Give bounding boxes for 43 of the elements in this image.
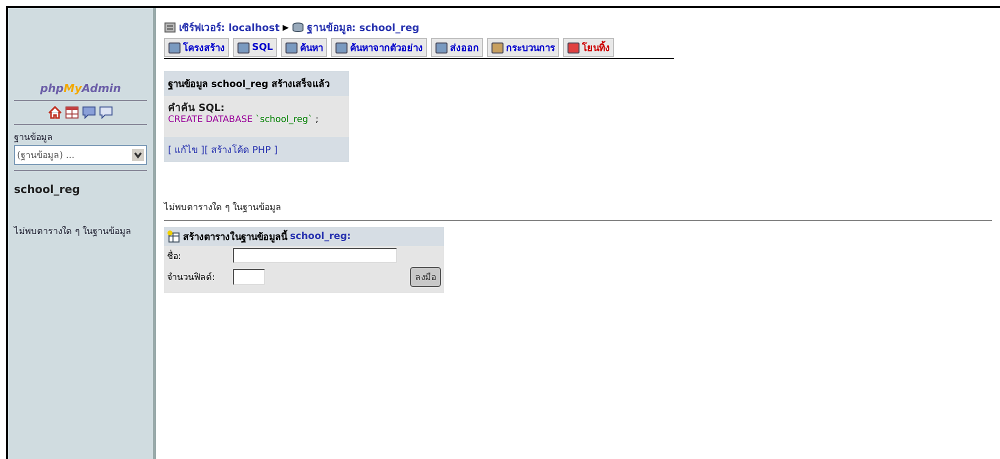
home-icon[interactable] [48,106,62,119]
database-select[interactable]: (ฐานข้อมูล) ... [14,145,147,165]
logo[interactable]: phpMyAdmin [14,82,147,95]
no-tables-text: ไม่พบตารางใด ๆ ในฐานข้อมูล [164,200,992,221]
tab-icon [434,42,448,54]
sql-query: CREATE DATABASE `school_reg` ; [168,115,320,125]
tab[interactable]: ค้นหา [280,38,327,57]
tab[interactable]: โยนทิ้ง [562,38,614,57]
tab-icon [490,42,504,54]
tab[interactable]: ส่งออก [430,38,483,57]
tab[interactable]: โครงสร้าง [164,38,229,57]
message-title: ฐานข้อมูล school_reg สร้างเสร็จแล้ว [164,71,349,96]
dropdown-icon[interactable] [132,149,144,161]
separator-arrow: ▶ [282,23,289,32]
chat-icon[interactable] [82,106,96,119]
fields-label: จำนวนฟิลด์: [167,271,216,284]
tab-icon [168,42,181,54]
field-count-field[interactable] [233,269,265,285]
new-table-icon [167,230,180,243]
table-name-field[interactable] [233,248,397,263]
tab[interactable]: ค้นหาจากตัวอย่าง [330,38,427,57]
tab[interactable]: กระบวนการ [486,38,559,57]
database-link[interactable]: ฐานข้อมูล: school_reg [306,20,420,35]
server-icon [164,22,176,33]
go-button[interactable]: ลงมือ [410,267,441,287]
tab-icon [334,42,348,54]
tab[interactable]: SQL [233,38,277,57]
tab-icon [237,42,250,54]
database-label: ฐานข้อมูล [14,132,54,144]
create-table-title: สร้างตารางในฐานข้อมูลนี้ [183,229,287,244]
table-icon[interactable] [65,106,79,119]
server-link[interactable]: เซิร์ฟเวอร์: localhost [179,20,280,35]
no-tables-text: ไม่พบตารางใด ๆ ในฐานข้อมูล [14,224,133,238]
database-link[interactable]: school_reg: [290,231,351,242]
bracket-link[interactable]: [ แก้ไข ] [168,145,204,156]
database-icon [292,22,304,33]
tab-icon [566,42,580,54]
current-database[interactable]: school_reg [14,183,147,196]
chat-icon[interactable] [99,106,113,119]
sql-label: คำค้น SQL: [168,101,226,115]
bracket-link[interactable]: [ สร้างโค้ด PHP ] [204,145,278,156]
tab-icon [284,42,298,54]
name-label: ชื่อ: [167,248,182,262]
